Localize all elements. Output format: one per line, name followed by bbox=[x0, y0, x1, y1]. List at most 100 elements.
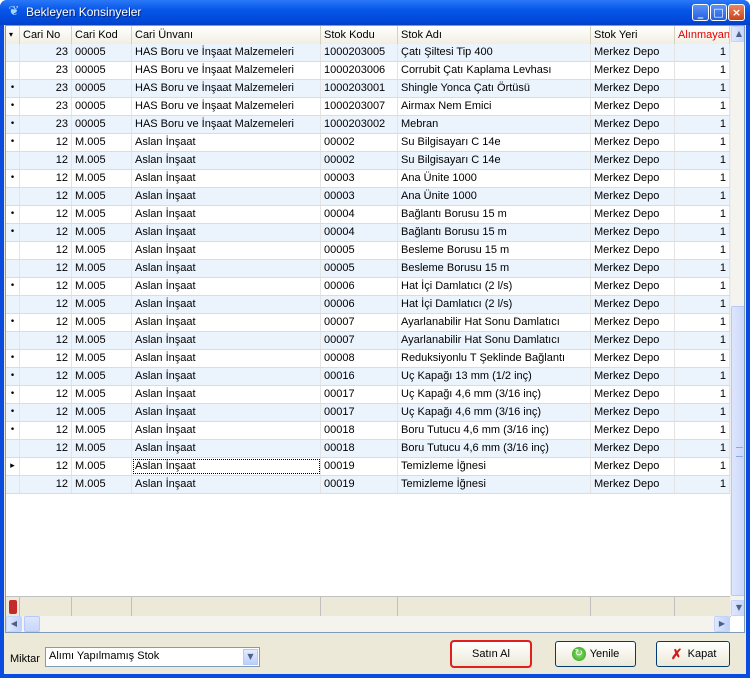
cell-alinmayan[interactable]: 1 bbox=[675, 134, 730, 151]
row-indicator[interactable] bbox=[6, 242, 20, 259]
cell-alinmayan[interactable]: 1 bbox=[675, 350, 730, 367]
cell-cari-unvani[interactable]: HAS Boru ve İnşaat Malzemeleri bbox=[132, 98, 321, 115]
row-indicator[interactable]: • bbox=[6, 350, 20, 367]
cell-cari-unvani[interactable]: Aslan İnşaat bbox=[132, 422, 321, 439]
row-indicator[interactable]: • bbox=[6, 314, 20, 331]
row-indicator[interactable] bbox=[6, 476, 20, 493]
table-row[interactable]: 23 00005 HAS Boru ve İnşaat Malzemeleri 100… bbox=[6, 44, 744, 62]
cell-cari-kod[interactable]: 00005 bbox=[72, 62, 132, 79]
cell-alinmayan[interactable]: 1 bbox=[675, 440, 730, 457]
cell-stok-yeri[interactable]: Merkez Depo bbox=[591, 152, 675, 169]
cell-alinmayan[interactable]: 1 bbox=[675, 260, 730, 277]
table-row[interactable]: 12 M.005 Aslan İnşaat 00019 Temizleme İğnesi… bbox=[6, 476, 744, 494]
cell-stok-yeri[interactable]: Merkez Depo bbox=[591, 206, 675, 223]
cell-stok-adi[interactable]: Shingle Yonca Çatı Örtüsü bbox=[398, 80, 591, 97]
cell-cari-no[interactable]: 12 bbox=[20, 170, 72, 187]
cell-cari-no[interactable]: 12 bbox=[20, 422, 72, 439]
cell-cari-kod[interactable]: M.005 bbox=[72, 152, 132, 169]
row-indicator[interactable] bbox=[6, 188, 20, 205]
cell-stok-kodu[interactable]: 00007 bbox=[321, 314, 398, 331]
cell-cari-unvani[interactable]: Aslan İnşaat bbox=[132, 314, 321, 331]
cell-stok-yeri[interactable]: Merkez Depo bbox=[591, 314, 675, 331]
header-alinmayan[interactable]: Alınmayan bbox=[675, 26, 730, 44]
row-indicator[interactable]: • bbox=[6, 170, 20, 187]
row-indicator[interactable] bbox=[6, 296, 20, 313]
table-row[interactable]: • 12 M.005 Aslan İnşaat 00008 Reduksiyonlu T … bbox=[6, 350, 744, 368]
cell-stok-yeri[interactable]: Merkez Depo bbox=[591, 386, 675, 403]
table-row[interactable]: • 12 M.005 Aslan İnşaat 00016 Uç Kapağı 13 mm… bbox=[6, 368, 744, 386]
cell-cari-no[interactable]: 23 bbox=[20, 98, 72, 115]
row-indicator[interactable]: • bbox=[6, 116, 20, 133]
cell-cari-unvani[interactable]: HAS Boru ve İnşaat Malzemeleri bbox=[132, 62, 321, 79]
cell-cari-kod[interactable]: M.005 bbox=[72, 278, 132, 295]
cell-cari-no[interactable]: 12 bbox=[20, 152, 72, 169]
cell-stok-adi[interactable]: Ana Ünite 1000 bbox=[398, 170, 591, 187]
table-row[interactable]: 12 M.005 Aslan İnşaat 00007 Ayarlanabilir Ha… bbox=[6, 332, 744, 350]
cell-cari-unvani[interactable]: Aslan İnşaat bbox=[132, 368, 321, 385]
cell-cari-kod[interactable]: M.005 bbox=[72, 134, 132, 151]
chevron-down-icon[interactable]: ▼ bbox=[243, 649, 258, 665]
kapat-button[interactable]: ✗ Kapat bbox=[656, 641, 730, 667]
cell-stok-yeri[interactable]: Merkez Depo bbox=[591, 476, 675, 493]
cell-alinmayan[interactable]: 1 bbox=[675, 296, 730, 313]
cell-cari-kod[interactable]: M.005 bbox=[72, 260, 132, 277]
cell-alinmayan[interactable]: 1 bbox=[675, 368, 730, 385]
cell-stok-kodu[interactable]: 00003 bbox=[321, 170, 398, 187]
satin-al-button[interactable]: Satın Al bbox=[450, 640, 532, 668]
cell-stok-adi[interactable]: Boru Tutucu 4,6 mm (3/16 inç) bbox=[398, 440, 591, 457]
row-indicator[interactable] bbox=[6, 152, 20, 169]
miktar-combo[interactable]: Alımı Yapılmamış Stok ▼ bbox=[45, 647, 260, 667]
row-indicator[interactable] bbox=[6, 332, 20, 349]
cell-cari-unvani[interactable]: HAS Boru ve İnşaat Malzemeleri bbox=[132, 116, 321, 133]
horizontal-scrollbar[interactable]: ◀ ▶ bbox=[6, 616, 730, 632]
cell-alinmayan[interactable]: 1 bbox=[675, 206, 730, 223]
cell-alinmayan[interactable]: 1 bbox=[675, 278, 730, 295]
cell-cari-kod[interactable]: M.005 bbox=[72, 458, 132, 475]
cell-stok-adi[interactable]: Besleme Borusu 15 m bbox=[398, 242, 591, 259]
cell-stok-adi[interactable]: Reduksiyonlu T Şeklinde Bağlantı bbox=[398, 350, 591, 367]
scroll-left-button[interactable]: ◀ bbox=[6, 616, 22, 632]
table-row[interactable]: 23 00005 HAS Boru ve İnşaat Malzemeleri 100… bbox=[6, 62, 744, 80]
row-indicator[interactable]: • bbox=[6, 224, 20, 241]
cell-stok-yeri[interactable]: Merkez Depo bbox=[591, 98, 675, 115]
cell-stok-kodu[interactable]: 00006 bbox=[321, 278, 398, 295]
row-indicator[interactable]: • bbox=[6, 368, 20, 385]
minimize-button[interactable]: _ bbox=[692, 4, 709, 21]
header-cari-kod[interactable]: Cari Kod bbox=[72, 26, 132, 44]
cell-stok-kodu[interactable]: 00019 bbox=[321, 458, 398, 475]
cell-stok-adi[interactable]: Mebran bbox=[398, 116, 591, 133]
cell-stok-adi[interactable]: Uç Kapağı 13 mm (1/2 inç) bbox=[398, 368, 591, 385]
cell-cari-unvani[interactable]: Aslan İnşaat bbox=[132, 476, 321, 493]
cell-stok-adi[interactable]: Hat İçi Damlatıcı (2 l/s) bbox=[398, 278, 591, 295]
row-indicator[interactable]: • bbox=[6, 278, 20, 295]
table-row[interactable]: • 23 00005 HAS Boru ve İnşaat Malzemeleri 10… bbox=[6, 116, 744, 134]
cell-stok-adi[interactable]: Hat İçi Damlatıcı (2 l/s) bbox=[398, 296, 591, 313]
row-indicator[interactable]: • bbox=[6, 134, 20, 151]
cell-cari-kod[interactable]: 00005 bbox=[72, 80, 132, 97]
cell-stok-kodu[interactable]: 00002 bbox=[321, 134, 398, 151]
cell-cari-kod[interactable]: M.005 bbox=[72, 404, 132, 421]
row-indicator[interactable]: • bbox=[6, 422, 20, 439]
cell-stok-adi[interactable]: Temizleme İğnesi bbox=[398, 458, 591, 475]
cell-stok-kodu[interactable]: 1000203006 bbox=[321, 62, 398, 79]
cell-cari-unvani[interactable]: Aslan İnşaat bbox=[132, 296, 321, 313]
cell-stok-adi[interactable]: Su Bilgisayarı C 14e bbox=[398, 152, 591, 169]
cell-stok-yeri[interactable]: Merkez Depo bbox=[591, 62, 675, 79]
cell-stok-adi[interactable]: Boru Tutucu 4,6 mm (3/16 inç) bbox=[398, 422, 591, 439]
table-row[interactable]: 12 M.005 Aslan İnşaat 00003 Ana Ünite 1000 Me… bbox=[6, 188, 744, 206]
cell-cari-unvani[interactable]: Aslan İnşaat bbox=[132, 350, 321, 367]
table-row[interactable]: 12 M.005 Aslan İnşaat 00002 Su Bilgisayarı C… bbox=[6, 152, 744, 170]
row-indicator[interactable] bbox=[6, 44, 20, 61]
cell-stok-adi[interactable]: Ana Ünite 1000 bbox=[398, 188, 591, 205]
table-row[interactable]: • 12 M.005 Aslan İnşaat 00007 Ayarlanabilir H… bbox=[6, 314, 744, 332]
header-stok-kodu[interactable]: Stok Kodu bbox=[321, 26, 398, 44]
cell-cari-unvani[interactable]: Aslan İnşaat bbox=[132, 404, 321, 421]
cell-cari-unvani[interactable]: Aslan İnşaat bbox=[132, 224, 321, 241]
cell-cari-kod[interactable]: M.005 bbox=[72, 242, 132, 259]
table-row[interactable]: • 23 00005 HAS Boru ve İnşaat Malzemeleri 10… bbox=[6, 80, 744, 98]
cell-cari-unvani[interactable]: Aslan İnşaat bbox=[132, 386, 321, 403]
cell-cari-no[interactable]: 12 bbox=[20, 188, 72, 205]
vertical-scrollbar[interactable]: ▲ ▼ bbox=[730, 26, 744, 616]
cell-alinmayan[interactable]: 1 bbox=[675, 188, 730, 205]
cell-stok-kodu[interactable]: 00008 bbox=[321, 350, 398, 367]
